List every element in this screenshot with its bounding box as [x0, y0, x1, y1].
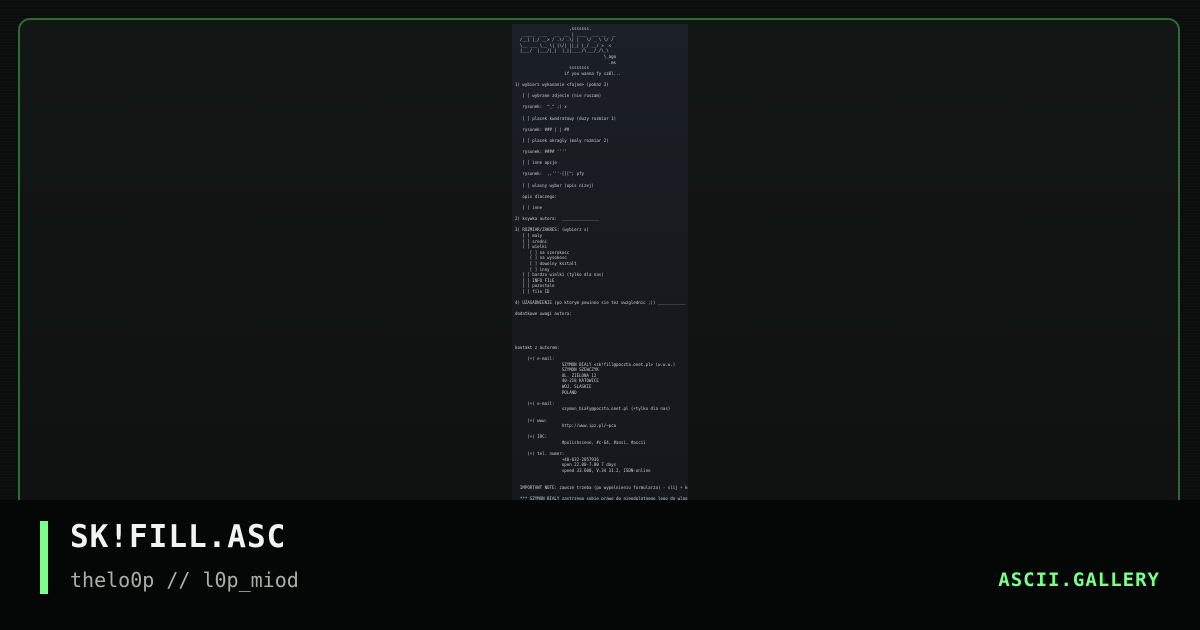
ascii-artwork-text: ,sssssss. _____ ___ __ __ | ____ ___ __ … [515, 26, 688, 500]
accent-bar [40, 521, 48, 594]
ascii-artwork-panel: ,sssssss. _____ ___ __ __ | ____ ___ __ … [512, 24, 688, 500]
site-brand[interactable]: ASCII.GALLERY [998, 569, 1160, 591]
artwork-title: SK!FILL.ASC [70, 519, 287, 555]
artist-credit: thelo0p // l0p_miod [70, 568, 299, 592]
